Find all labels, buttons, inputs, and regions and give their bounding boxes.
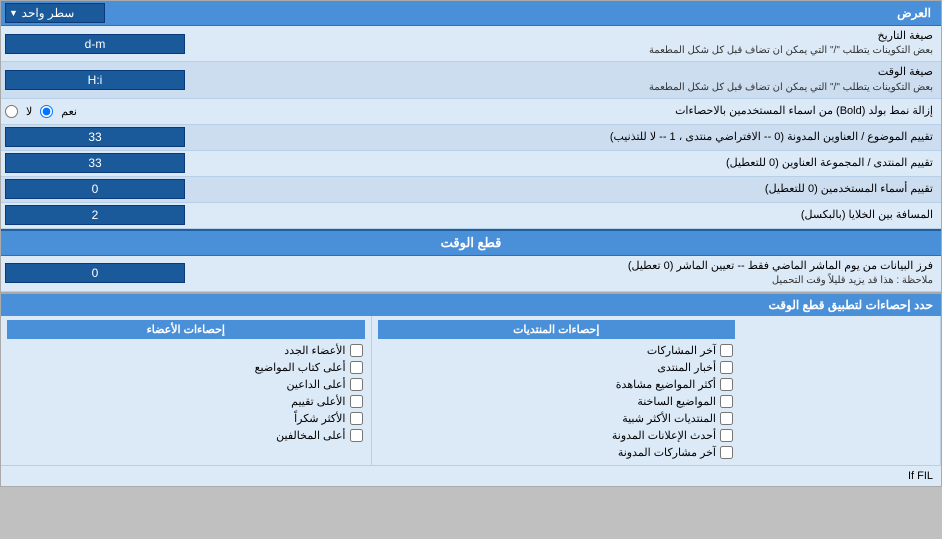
stats-header: حدد إحصاءات لتطبيق قطع الوقت [1, 294, 941, 316]
date-format-label: صيغة التاريخ بعض التكوينات يتطلب "/" الت… [221, 26, 941, 61]
checkbox-col1-5-label: أحدث الإعلانات المدونة [612, 429, 716, 442]
date-format-input[interactable] [5, 34, 185, 54]
users-limit-input[interactable] [5, 179, 185, 199]
checkbox-col1-3[interactable] [720, 395, 733, 408]
time-cut-input-wrapper [1, 261, 221, 285]
select-wrapper[interactable]: سطر واحدسطرانثلاثة أسطر [5, 3, 105, 23]
checkbox-col2-4-label: الأكثر شكراً [294, 412, 345, 425]
topic-limit-label: تقييم الموضوع / العناوين المدونة (0 -- ا… [221, 127, 941, 148]
checkbox-col2-3[interactable] [350, 395, 363, 408]
gap-label: المسافة بين الخلايا (بالبكسل) [221, 205, 941, 226]
radio-no[interactable] [5, 105, 18, 118]
members-stats-header: إحصاءات الأعضاء [7, 320, 365, 339]
checkbox-col1-1-label: أخبار المنتدى [657, 361, 716, 374]
bold-remove-input-wrapper: نعم لا [1, 103, 221, 120]
users-limit-label: تقييم أسماء المستخدمين (0 للتعطيل) [221, 179, 941, 200]
time-format-input[interactable] [5, 70, 185, 90]
forum-limit-input[interactable] [5, 153, 185, 173]
list-item: أعلى المخالفين [7, 427, 365, 444]
checkbox-col1-2[interactable] [720, 378, 733, 391]
bold-radio-group: نعم لا [5, 105, 217, 118]
radio-no-label: لا [26, 105, 32, 118]
list-item: أكثر المواضيع مشاهدة [378, 376, 736, 393]
checkbox-col1-5[interactable] [720, 429, 733, 442]
users-limit-input-wrapper [1, 177, 221, 201]
gap-row: المسافة بين الخلايا (بالبكسل) [1, 203, 941, 229]
time-format-label: صيغة الوقت بعض التكوينات يتطلب "/" التي … [221, 62, 941, 97]
time-format-input-wrapper [1, 68, 221, 92]
checkbox-col2-3-label: الأعلى تقييم [291, 395, 345, 408]
right-note-area [741, 316, 941, 465]
checkbox-col2-0[interactable] [350, 344, 363, 357]
members-stats-col: إحصاءات الأعضاء الأعضاء الجدد أعلى كتاب … [1, 316, 371, 465]
forum-limit-input-wrapper [1, 151, 221, 175]
time-cut-label: فرز البيانات من يوم الماشر الماضي فقط --… [221, 256, 941, 291]
time-cut-input[interactable] [5, 263, 185, 283]
list-item: أعلى كتاب المواضيع [7, 359, 365, 376]
list-item: آخر مشاركات المدونة [378, 444, 736, 461]
time-section-header: قطع الوقت [1, 229, 941, 256]
forum-limit-row: تقييم المنتدى / المجموعة العناوين (0 للت… [1, 151, 941, 177]
checkbox-col2-1[interactable] [350, 361, 363, 374]
two-checkbox-cols: إحصاءات المنتديات آخر المشاركات أخبار ال… [1, 316, 741, 465]
bottom-note: If FIL [1, 465, 941, 486]
checkbox-col1-4[interactable] [720, 412, 733, 425]
list-item: أحدث الإعلانات المدونة [378, 427, 736, 444]
list-item: المنتديات الأكثر شبية [378, 410, 736, 427]
checkbox-col2-5-label: أعلى المخالفين [276, 429, 345, 442]
checkbox-col1-3-label: المواضيع الساخنة [637, 395, 716, 408]
users-limit-row: تقييم أسماء المستخدمين (0 للتعطيل) [1, 177, 941, 203]
checkbox-col1-0[interactable] [720, 344, 733, 357]
time-format-row: صيغة الوقت بعض التكوينات يتطلب "/" التي … [1, 62, 941, 98]
radio-yes[interactable] [40, 105, 53, 118]
checkbox-col1-1[interactable] [720, 361, 733, 374]
bold-remove-label: إزالة نمط بولد (Bold) من اسماء المستخدمي… [221, 101, 941, 122]
gap-input-wrapper [1, 203, 221, 227]
topic-limit-input[interactable] [5, 127, 185, 147]
forum-stats-header: إحصاءات المنتديات [378, 320, 736, 339]
checkbox-col2-2[interactable] [350, 378, 363, 391]
main-container: العرض سطر واحدسطرانثلاثة أسطر صيغة التار… [0, 0, 942, 487]
checkbox-col1-6-label: آخر مشاركات المدونة [618, 446, 716, 459]
topic-limit-row: تقييم الموضوع / العناوين المدونة (0 -- ا… [1, 125, 941, 151]
stats-section: حدد إحصاءات لتطبيق قطع الوقت إحصاءات الم… [1, 292, 941, 486]
forum-limit-label: تقييم المنتدى / المجموعة العناوين (0 للت… [221, 153, 941, 174]
checkbox-col2-0-label: الأعضاء الجدد [284, 344, 345, 357]
date-format-row: صيغة التاريخ بعض التكوينات يتطلب "/" الت… [1, 26, 941, 62]
checkbox-col2-1-label: أعلى كتاب المواضيع [255, 361, 346, 374]
checkbox-col1-2-label: أكثر المواضيع مشاهدة [616, 378, 716, 391]
checkbox-col1-6[interactable] [720, 446, 733, 459]
checkbox-col1-0-label: آخر المشاركات [647, 344, 716, 357]
checkbox-col2-2-label: أعلى الداعين [287, 378, 346, 391]
stats-cols-wrap: إحصاءات المنتديات آخر المشاركات أخبار ال… [1, 316, 941, 465]
list-item: الأعلى تقييم [7, 393, 365, 410]
list-item: الأكثر شكراً [7, 410, 365, 427]
list-item: الأعضاء الجدد [7, 342, 365, 359]
date-format-input-wrapper [1, 32, 221, 56]
list-item: المواضيع الساخنة [378, 393, 736, 410]
time-cut-row: فرز البيانات من يوم الماشر الماضي فقط --… [1, 256, 941, 292]
radio-yes-label: نعم [61, 105, 77, 118]
bold-remove-row: إزالة نمط بولد (Bold) من اسماء المستخدمي… [1, 99, 941, 125]
forum-stats-col: إحصاءات المنتديات آخر المشاركات أخبار ال… [371, 316, 742, 465]
topic-limit-input-wrapper [1, 125, 221, 149]
header-row: العرض سطر واحدسطرانثلاثة أسطر [1, 1, 941, 26]
checkbox-col2-4[interactable] [350, 412, 363, 425]
list-item: آخر المشاركات [378, 342, 736, 359]
list-item: أعلى الداعين [7, 376, 365, 393]
checkbox-col2-5[interactable] [350, 429, 363, 442]
gap-input[interactable] [5, 205, 185, 225]
display-select[interactable]: سطر واحدسطرانثلاثة أسطر [5, 3, 105, 23]
checkbox-col1-4-label: المنتديات الأكثر شبية [622, 412, 716, 425]
header-label: العرض [105, 6, 937, 20]
list-item: أخبار المنتدى [378, 359, 736, 376]
